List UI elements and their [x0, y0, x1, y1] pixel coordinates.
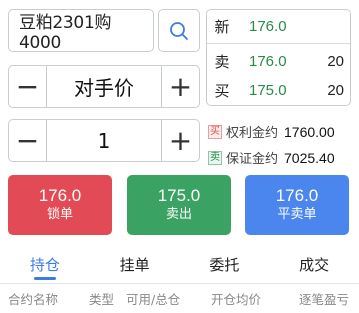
- premium-label: 权利金约: [226, 126, 279, 141]
- column-available-total: 可用/总仓: [126, 292, 181, 307]
- tab-pending[interactable]: 挂单: [90, 246, 180, 282]
- price-plus-button[interactable]: +: [161, 66, 199, 107]
- tab-trades[interactable]: 成交: [269, 246, 359, 282]
- quote-bid-label: 买: [214, 81, 230, 100]
- price-type-stepper: − 对手价 +: [8, 65, 200, 108]
- deposit-value: 7025.40: [284, 149, 335, 166]
- sell-price: 175.0: [157, 186, 201, 205]
- close-sell-price: 176.0: [275, 186, 319, 205]
- column-contract-name: 合约名称: [8, 292, 59, 307]
- quote-last-label: 新: [214, 17, 230, 36]
- positions-table-header: 合约名称 类型 可用/总仓 开仓均价 逐笔盈亏: [0, 284, 359, 313]
- deposit-label: 保证金约: [226, 152, 279, 167]
- tab-bar: 持仓 挂单 委托 成交: [0, 246, 359, 282]
- deposit-info: 卖 保证金约 7025.40: [208, 148, 335, 167]
- price-type-value[interactable]: 对手价: [47, 66, 161, 107]
- lock-order-label: 锁单: [46, 207, 73, 222]
- quote-ask-volume: 20: [327, 52, 344, 70]
- quantity-plus-button[interactable]: +: [161, 120, 199, 161]
- price-minus-button[interactable]: −: [9, 66, 47, 107]
- lock-order-price: 176.0: [38, 186, 82, 205]
- tab-positions[interactable]: 持仓: [0, 246, 90, 282]
- column-trade-pnl: 逐笔盈亏: [299, 292, 350, 307]
- sell-button[interactable]: 175.0 卖出: [127, 175, 231, 235]
- quote-last-price: 176.0: [249, 17, 287, 35]
- contract-name: 豆粕2301购4000: [19, 13, 112, 53]
- sell-label: 卖出: [165, 207, 192, 222]
- quantity-input[interactable]: 1: [47, 120, 161, 161]
- quote-divider: [207, 43, 350, 44]
- tab-orders[interactable]: 委托: [180, 246, 270, 282]
- contract-selector[interactable]: 豆粕2301购4000: [8, 9, 154, 53]
- column-type: 类型: [89, 292, 115, 307]
- quote-bid-volume: 20: [327, 81, 344, 99]
- quote-bid-row[interactable]: 买 175.0 20: [207, 75, 350, 105]
- premium-info: 买 权利金约 1760.00: [208, 122, 335, 141]
- quote-ask-row[interactable]: 卖 176.0 20: [207, 46, 350, 76]
- search-button[interactable]: [158, 9, 200, 52]
- quote-bid-price: 175.0: [249, 81, 287, 99]
- search-icon: [170, 21, 188, 40]
- lock-order-button[interactable]: 176.0 锁单: [8, 175, 112, 235]
- quantity-minus-button[interactable]: −: [9, 120, 47, 161]
- close-sell-button[interactable]: 176.0 平卖单: [245, 175, 349, 235]
- buy-tag: 买: [208, 124, 222, 139]
- quote-ask-label: 卖: [214, 52, 230, 71]
- column-open-avg-price: 开仓均价: [211, 292, 262, 307]
- quote-last-row[interactable]: 新 176.0: [207, 11, 350, 41]
- quote-panel: 新 176.0 卖 176.0 20 买 175.0 20: [206, 9, 351, 106]
- quote-ask-price: 176.0: [249, 52, 287, 70]
- premium-value: 1760.00: [284, 123, 335, 140]
- sell-tag: 卖: [208, 150, 222, 165]
- quantity-stepper: − 1 +: [8, 119, 200, 162]
- close-sell-label: 平卖单: [277, 207, 317, 222]
